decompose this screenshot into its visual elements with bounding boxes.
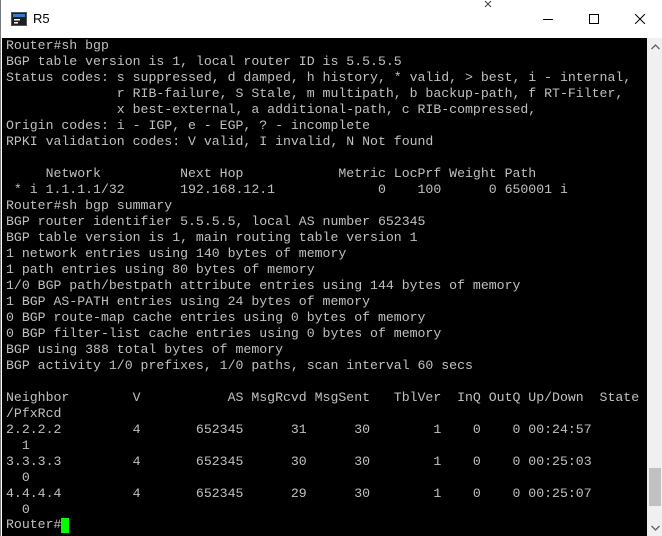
scrollbar-track[interactable] (647, 55, 662, 519)
title-bar[interactable]: R5 (1, 0, 662, 38)
terminal-line: Router#sh bgp summary (6, 198, 173, 213)
scroll-up-button[interactable] (647, 38, 662, 55)
window-title: R5 (33, 11, 50, 26)
prompt-text: Router# (6, 517, 62, 532)
terminal-line: 1 network entries using 140 bytes of mem… (6, 246, 347, 261)
terminal-line: BGP router identifier 5.5.5.5, local AS … (6, 214, 426, 229)
terminal-line: 0 BGP filter-list cache entries using 0 … (6, 326, 442, 341)
vertical-scrollbar[interactable] (647, 38, 662, 536)
terminal-line: /PfxRcd (6, 406, 62, 421)
terminal-line: 1/0 BGP path/bestpath attribute entries … (6, 278, 521, 293)
terminal-output[interactable]: Router#sh bgp BGP table version is 1, loc… (2, 38, 647, 536)
terminal-line: 1 path entries using 80 bytes of memory (6, 262, 315, 277)
terminal-line: 1 (6, 438, 30, 453)
terminal-line: * i 1.1.1.1/32 192.168.12.1 0 100 0 6500… (6, 182, 568, 197)
close-icon (635, 14, 645, 24)
terminal-app-icon (11, 12, 27, 26)
scroll-down-button[interactable] (647, 519, 662, 536)
terminal-line: Neighbor V AS MsgRcvd MsgSent TblVer InQ… (6, 390, 640, 405)
close-icon-ghost (484, 0, 492, 8)
terminal-line: BGP table version is 1, local router ID … (6, 54, 402, 69)
minimize-icon (543, 19, 553, 20)
terminal-line: BGP activity 1/0 prefixes, 1/0 paths, sc… (6, 358, 473, 373)
scrollbar-thumb[interactable] (649, 468, 661, 506)
terminal-line: 0 BGP route-map cache entries using 0 by… (6, 310, 426, 325)
minimize-button[interactable] (525, 0, 571, 38)
terminal-line: Origin codes: i - IGP, e - EGP, ? - inco… (6, 118, 371, 133)
terminal-line: 4.4.4.4 4 652345 29 30 1 0 0 00:25:07 (6, 486, 592, 501)
terminal-line: BGP using 388 total bytes of memory (6, 342, 283, 357)
terminal-line: RPKI validation codes: V valid, I invali… (6, 134, 434, 149)
terminal-line: Network Next Hop Metric LocPrf Weight Pa… (6, 166, 537, 181)
terminal-text: Router#sh bgp BGP table version is 1, loc… (6, 38, 639, 518)
terminal-line: r RIB-failure, S Stale, m multipath, b b… (6, 86, 624, 101)
scroll-up-arrow-icon (650, 43, 660, 49)
terminal-line: 0 (6, 502, 30, 517)
terminal-line: 1 BGP AS-PATH entries using 24 bytes of … (6, 294, 371, 309)
terminal-line: 3.3.3.3 4 652345 30 30 1 0 0 00:25:03 (6, 454, 592, 469)
terminal-line: 2.2.2.2 4 652345 31 30 1 0 0 00:24:57 (6, 422, 592, 437)
close-button[interactable] (617, 0, 662, 38)
terminal-line: Router#sh bgp (6, 38, 109, 53)
command-prompt[interactable]: Router# (6, 517, 70, 533)
terminal-line: Status codes: s suppressed, d damped, h … (6, 70, 632, 85)
maximize-button[interactable] (571, 0, 617, 38)
terminal-line: 0 (6, 470, 30, 485)
scroll-down-arrow-icon (650, 525, 660, 531)
text-cursor (61, 517, 70, 533)
terminal-line: x best-external, a additional-path, c RI… (6, 102, 537, 117)
maximize-icon (589, 14, 599, 24)
terminal-line: BGP table version is 1, main routing tab… (6, 230, 418, 245)
terminal-window: R5 Router#sh bgp BGP table version is 1, … (0, 0, 662, 536)
